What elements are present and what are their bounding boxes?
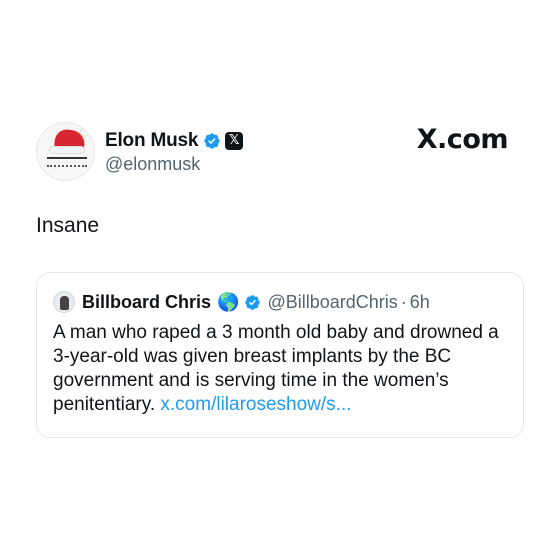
author-display-name[interactable]: Elon Musk — [105, 130, 198, 152]
quoted-verified-badge-icon — [245, 294, 261, 310]
tweet-header: Elon Musk 𝕏 @elonmusk — [36, 122, 244, 181]
x-logo-icon: 𝕏 — [225, 131, 244, 150]
quoted-tweet-timestamp[interactable]: 6h — [410, 292, 430, 313]
author-handle[interactable]: @elonmusk — [105, 154, 243, 175]
quoted-author-avatar[interactable] — [53, 291, 75, 313]
globe-emoji-icon: 🌎 — [217, 291, 240, 312]
quoted-tweet-card[interactable]: Billboard Chris 🌎 @BillboardChris · 6h A… — [36, 272, 524, 438]
tweet-text: Insane — [36, 214, 100, 237]
verified-badge-icon — [204, 132, 220, 149]
quoted-tweet-link[interactable]: x.com/lilaroseshow/s... — [160, 394, 351, 415]
separator-dot: · — [400, 291, 407, 312]
santa-hat-pompom — [80, 128, 89, 137]
quoted-tweet-body: A man who raped a 3 month old baby and d… — [53, 321, 513, 417]
author-avatar[interactable] — [36, 122, 95, 181]
quoted-author-display-name[interactable]: Billboard Chris — [82, 292, 211, 313]
avatar-doodle — [47, 157, 87, 167]
quoted-tweet-header: Billboard Chris 🌎 @BillboardChris · 6h — [53, 289, 507, 315]
santa-hat-brim — [49, 146, 85, 154]
brand-watermark: X.com — [416, 124, 509, 155]
author-name-row: Elon Musk 𝕏 — [105, 129, 244, 153]
author-names: Elon Musk 𝕏 @elonmusk — [105, 129, 244, 175]
quoted-author-handle[interactable]: @BillboardChris — [267, 292, 397, 313]
